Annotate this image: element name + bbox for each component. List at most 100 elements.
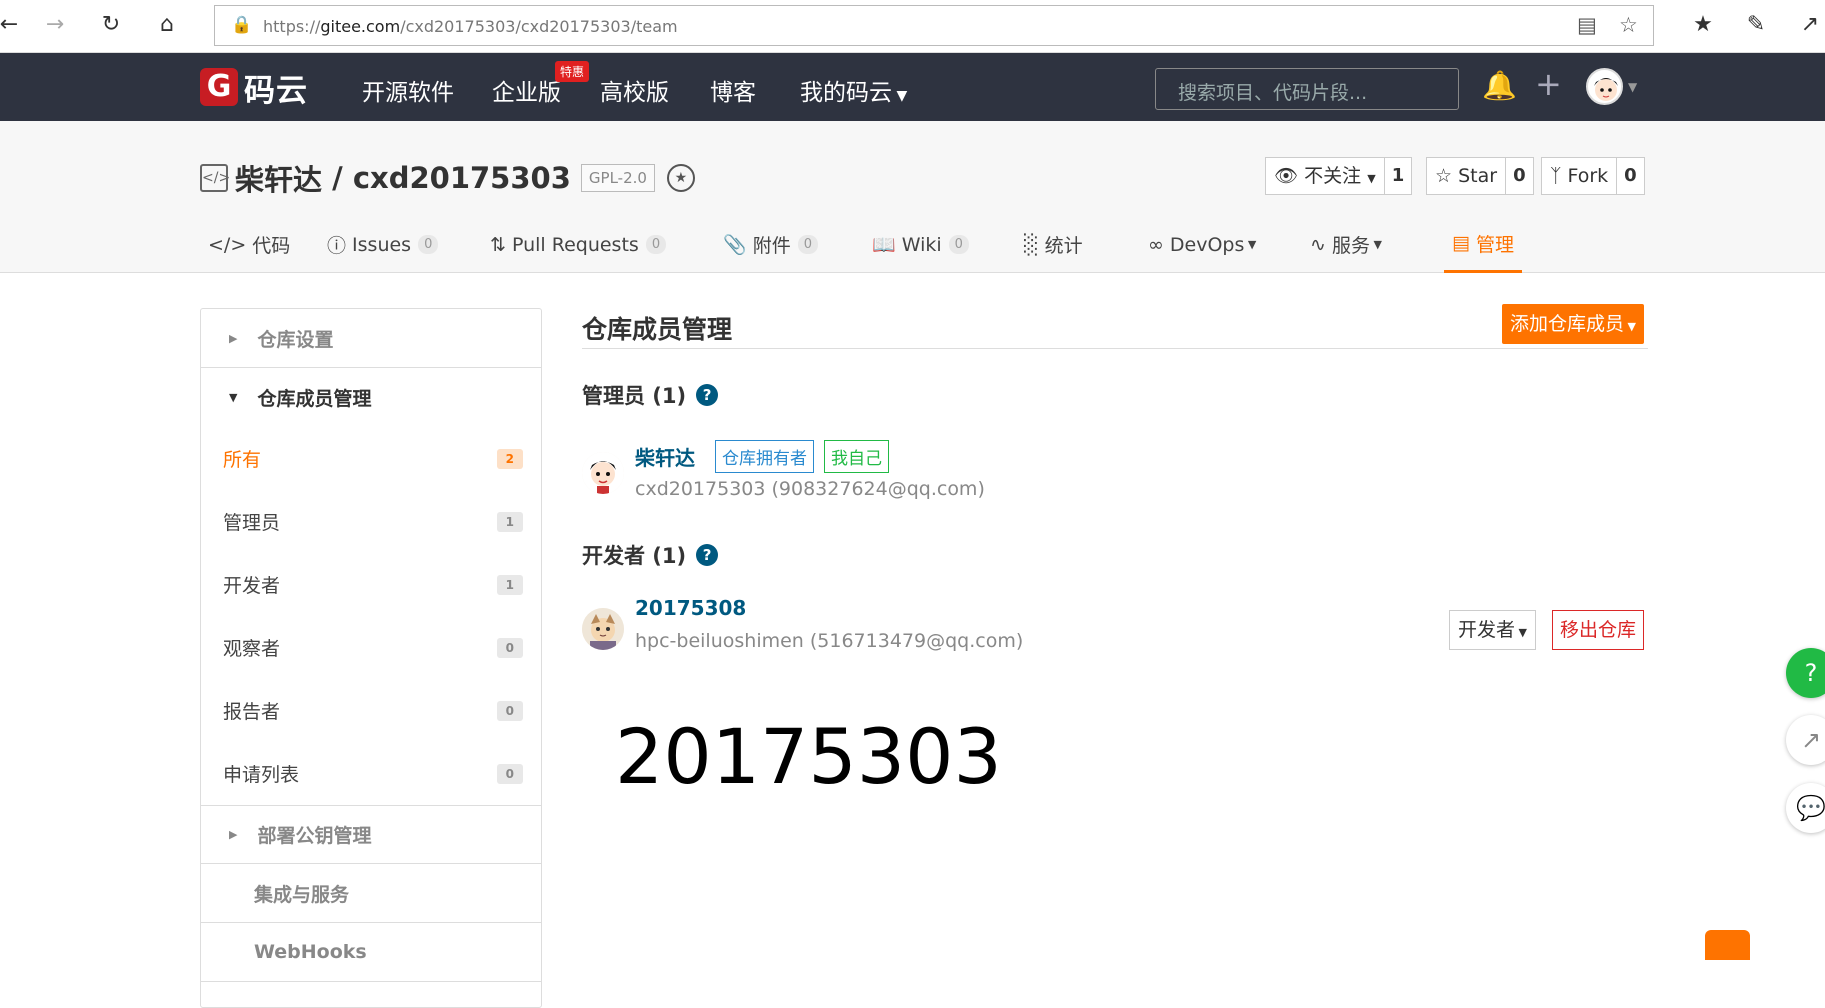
tab-code-label: 代码 bbox=[252, 235, 291, 257]
title-divider bbox=[582, 348, 1648, 349]
tab-issues[interactable]: ⓘ Issues 0 bbox=[327, 216, 439, 273]
nav-opensource[interactable]: 开源软件 bbox=[362, 73, 454, 107]
plus-icon[interactable]: + bbox=[1535, 65, 1562, 103]
tab-attachments-count: 0 bbox=[797, 235, 818, 254]
sidebar-item-label: 所有 bbox=[223, 449, 262, 471]
tab-devops[interactable]: ∞ DevOps ▼ bbox=[1148, 216, 1256, 273]
sidebar-item-admins[interactable]: 管理员 1 bbox=[201, 490, 541, 553]
back-icon[interactable]: ← bbox=[0, 10, 24, 40]
tab-wiki-count: 0 bbox=[948, 235, 969, 254]
nav-blog[interactable]: 博客 bbox=[710, 73, 756, 107]
gitee-logo[interactable]: G 码云 bbox=[200, 67, 308, 109]
corner-widget[interactable] bbox=[1705, 930, 1750, 960]
share-icon[interactable]: ↗ bbox=[1795, 10, 1825, 40]
sidebar-item-reporters[interactable]: 报告者 0 bbox=[201, 679, 541, 742]
sidebar-item-count: 1 bbox=[496, 511, 523, 532]
sidebar-deploy-keys-label: 部署公钥管理 bbox=[257, 825, 372, 847]
sidebar-webhooks[interactable]: WebHooks bbox=[201, 923, 541, 982]
refresh-icon[interactable]: ↻ bbox=[96, 10, 126, 40]
reading-view-icon[interactable]: ▤ bbox=[1577, 13, 1597, 37]
bell-icon[interactable]: 🔔 bbox=[1482, 69, 1517, 102]
hot-badge: 特惠 bbox=[555, 61, 590, 82]
watch-button[interactable]: 👁 不关注 ▼ 1 bbox=[1265, 157, 1413, 195]
tab-pull-requests[interactable]: ⇅ Pull Requests 0 bbox=[490, 216, 667, 273]
self-tag: 我自己 bbox=[824, 440, 889, 473]
developer-section-label: 开发者 (1) bbox=[582, 544, 687, 568]
member-name[interactable]: 20175308 bbox=[635, 596, 746, 620]
avatar-dropdown-icon[interactable]: ▼ bbox=[1628, 80, 1637, 94]
member-name[interactable]: 柴轩达 仓库拥有者 我自己 bbox=[635, 440, 889, 473]
repo-name-link[interactable]: cxd20175303 bbox=[353, 161, 571, 195]
tab-attachments[interactable]: 📎 附件 0 bbox=[723, 216, 818, 273]
search-input[interactable]: 搜索项目、代码片段... bbox=[1155, 68, 1459, 110]
sidebar-item-all[interactable]: 所有 2 bbox=[201, 427, 541, 490]
repo-header: </> 柴轩达 / cxd20175303 GPL-2.0 ★ 👁 不关注 ▼ … bbox=[0, 121, 1825, 273]
sidebar-member-mgmt[interactable]: ▼ 仓库成员管理 bbox=[201, 368, 541, 427]
tab-services[interactable]: ∿ 服务 ▼ bbox=[1310, 216, 1382, 273]
nav-mygitee[interactable]: 我的码云 ▼ bbox=[800, 73, 907, 107]
sidebar-item-observers[interactable]: 观察者 0 bbox=[201, 616, 541, 679]
member-name-text: 柴轩达 bbox=[635, 446, 695, 470]
paperclip-icon: 📎 bbox=[723, 234, 753, 256]
avatar[interactable] bbox=[582, 452, 624, 494]
star-button[interactable]: ☆ Star 0 bbox=[1426, 157, 1534, 195]
tab-stats[interactable]: ░ 统计 bbox=[1024, 216, 1083, 273]
award-icon[interactable]: ★ bbox=[666, 164, 695, 192]
user-avatar[interactable] bbox=[1586, 68, 1623, 105]
developer-section-title: 开发者 (1)? bbox=[582, 540, 719, 570]
repo-owner-link[interactable]: 柴轩达 bbox=[235, 157, 322, 199]
admin-section-label: 管理员 (1) bbox=[582, 384, 687, 408]
favorites-icon[interactable]: ★ bbox=[1688, 10, 1718, 40]
book-icon: 📖 bbox=[872, 234, 902, 256]
role-select[interactable]: 开发者 ▼ bbox=[1449, 610, 1536, 650]
tab-manage-label: 管理 bbox=[1476, 233, 1515, 256]
home-icon[interactable]: ⌂ bbox=[152, 10, 182, 40]
tab-issues-label: Issues bbox=[352, 233, 412, 256]
watch-count[interactable]: 1 bbox=[1383, 158, 1412, 194]
star-count[interactable]: 0 bbox=[1505, 158, 1533, 194]
address-bar[interactable]: 🔒 https://gitee.com/cxd20175303/cxd20175… bbox=[214, 5, 1654, 46]
help-icon[interactable]: ? bbox=[696, 544, 719, 566]
sidebar-deploy-keys[interactable]: ▶ 部署公钥管理 bbox=[201, 805, 541, 864]
watch-label: 👁 不关注 ▼ bbox=[1274, 165, 1376, 187]
nav-enterprise[interactable]: 企业版 bbox=[492, 73, 561, 107]
help-float-button[interactable]: ? bbox=[1786, 648, 1825, 698]
tab-code[interactable]: </> 代码 bbox=[208, 216, 290, 273]
avatar[interactable] bbox=[582, 608, 624, 650]
add-member-button[interactable]: 添加仓库成员 ▼ bbox=[1502, 304, 1644, 344]
sidebar-item-count: 0 bbox=[496, 763, 523, 784]
forward-icon[interactable]: → bbox=[40, 10, 70, 40]
fork-button[interactable]: ᛉ Fork 0 bbox=[1541, 157, 1645, 195]
sidebar-item-label: 开发者 bbox=[223, 575, 281, 597]
tab-manage[interactable]: ▤ 管理 bbox=[1444, 216, 1523, 273]
sidebar-item-requests[interactable]: 申请列表 0 bbox=[201, 742, 541, 805]
nav-education[interactable]: 高校版 bbox=[600, 73, 669, 107]
manage-icon: ▤ bbox=[1452, 232, 1476, 254]
caret-right-icon: ▶ bbox=[229, 828, 238, 841]
fork-count[interactable]: 0 bbox=[1616, 158, 1644, 194]
tab-attachments-label: 附件 bbox=[752, 235, 791, 257]
caret-right-icon: ▶ bbox=[229, 331, 238, 345]
sidebar-repo-settings[interactable]: ▶ 仓库设置 bbox=[201, 309, 541, 368]
sidebar-item-label: 管理员 bbox=[223, 512, 281, 534]
chevron-down-icon: ▼ bbox=[1369, 238, 1382, 251]
pen-icon[interactable]: ✎ bbox=[1741, 10, 1771, 40]
share-float-button[interactable]: ↗ bbox=[1786, 715, 1825, 765]
chevron-down-icon: ▼ bbox=[1624, 320, 1636, 333]
sidebar-item-count: 0 bbox=[496, 637, 523, 658]
license-badge[interactable]: GPL-2.0 bbox=[580, 164, 655, 192]
pulse-icon: ∿ bbox=[1310, 233, 1332, 256]
tab-wiki[interactable]: 📖 Wiki 0 bbox=[872, 216, 969, 273]
star-icon: ☆ bbox=[1435, 165, 1453, 187]
remove-member-button[interactable]: 移出仓库 bbox=[1551, 610, 1644, 650]
repo-code-icon: </> bbox=[200, 164, 230, 192]
sidebar-item-developers[interactable]: 开发者 1 bbox=[201, 553, 541, 616]
member-row-admin: 柴轩达 仓库拥有者 我自己 cxd20175303 (908327624@qq.co… bbox=[582, 440, 1648, 510]
sidebar-integrations[interactable]: 集成与服务 bbox=[201, 864, 541, 923]
favorite-star-icon[interactable]: ☆ bbox=[1619, 13, 1638, 37]
star-label: ☆ Star bbox=[1435, 165, 1498, 187]
help-icon[interactable]: ? bbox=[696, 384, 719, 406]
sidebar-integrations-label: 集成与服务 bbox=[254, 883, 350, 906]
sidebar-item-label: 报告者 bbox=[223, 701, 281, 723]
comment-float-button[interactable]: 💬 bbox=[1786, 783, 1825, 833]
